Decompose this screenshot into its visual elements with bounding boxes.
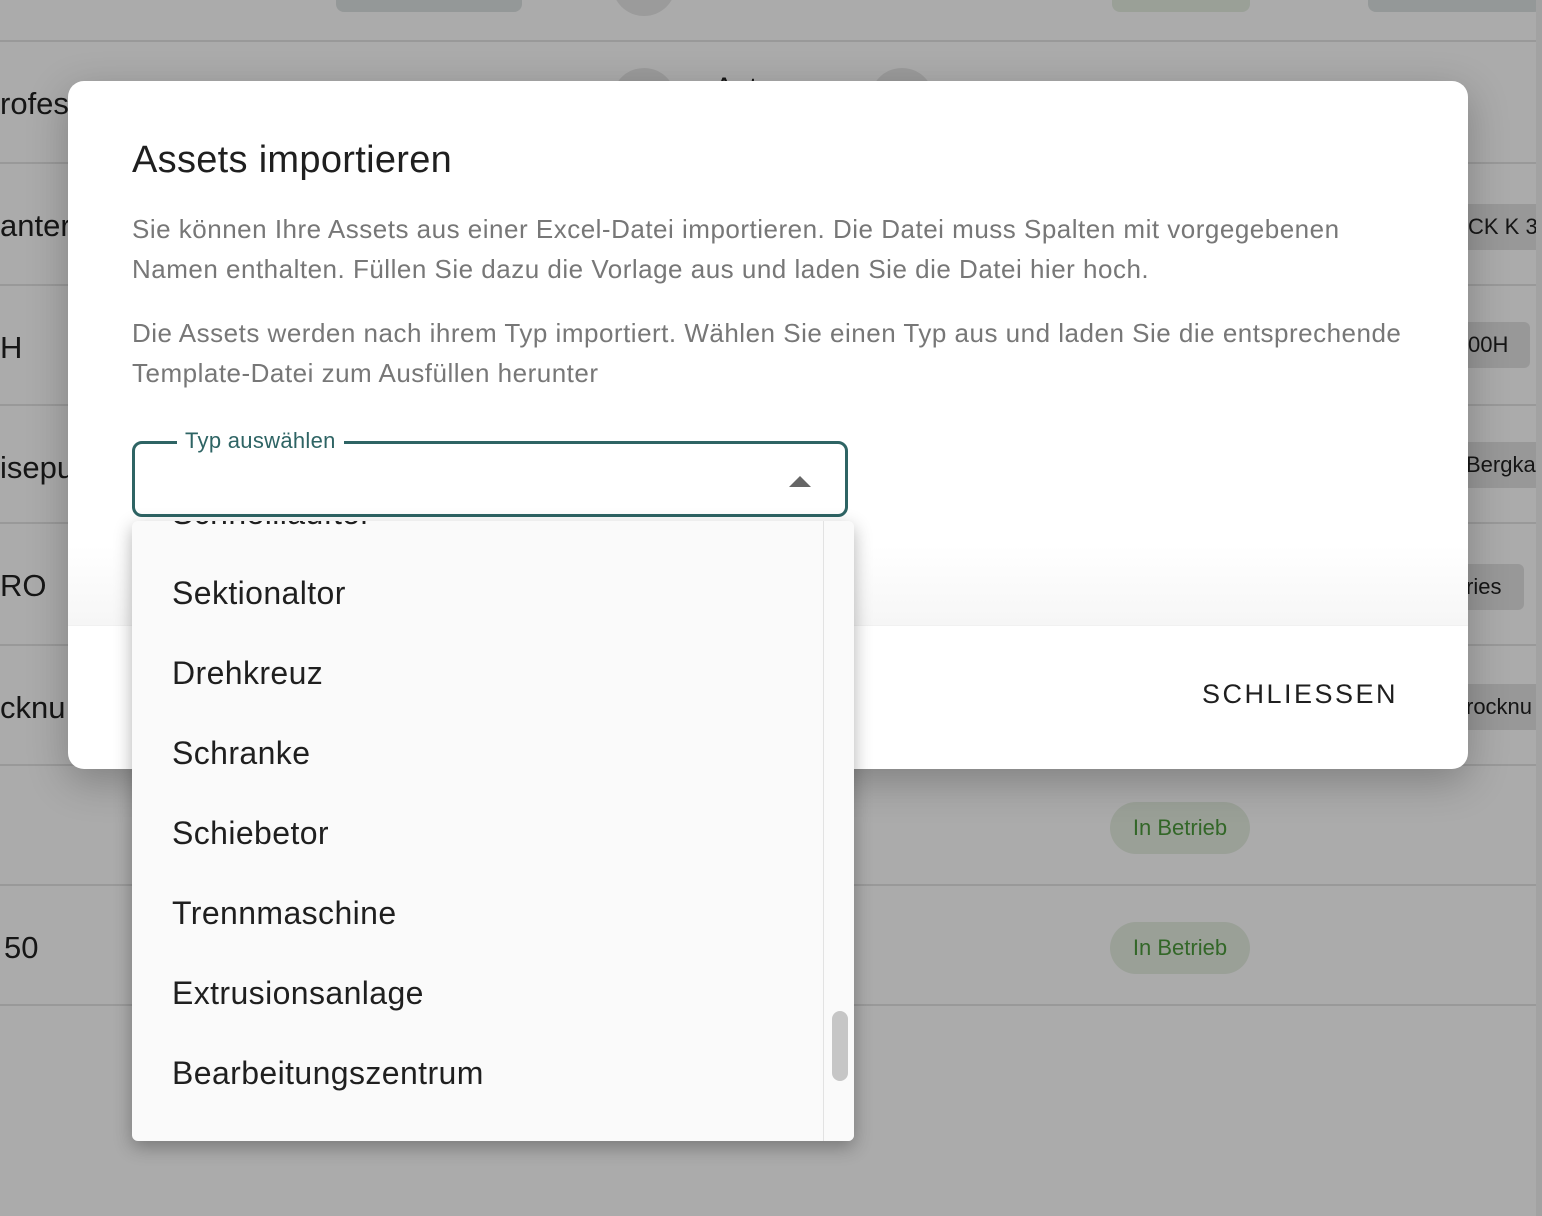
dialog-instructions: Die Assets werden nach ihrem Typ importi… [132, 318, 1402, 388]
type-dropdown-menu: Schnelllauftor Sektionaltor Drehkreuz Sc… [132, 521, 854, 1141]
type-option-drehkreuz[interactable]: Drehkreuz [132, 633, 824, 713]
type-option-bearbeitungszentrum[interactable]: Bearbeitungszentrum [132, 1033, 824, 1113]
type-option-extrusionsanlage[interactable]: Extrusionsanlage [132, 953, 824, 1033]
dialog-title: Assets importieren [132, 139, 453, 181]
type-option-trennmaschine[interactable]: Trennmaschine [132, 873, 824, 953]
type-option-schnelllauftor[interactable]: Schnelllauftor [132, 521, 824, 553]
type-select[interactable]: Typ auswählen [132, 428, 848, 517]
close-button[interactable]: SCHLIESSEN [1202, 679, 1398, 710]
type-select-label: Typ auswählen [177, 428, 344, 454]
caret-up-icon[interactable] [789, 476, 811, 487]
page-scrollbar[interactable] [1536, 0, 1542, 1216]
dropdown-scrollbar-thumb[interactable] [832, 1011, 848, 1081]
type-option-schiebetor[interactable]: Schiebetor [132, 793, 824, 873]
type-option-schranke[interactable]: Schranke [132, 713, 824, 793]
type-option-list: Schnelllauftor Sektionaltor Drehkreuz Sc… [132, 521, 824, 1113]
dialog-description: Sie können Ihre Assets aus einer Excel-D… [132, 214, 1340, 284]
type-option-sektionaltor[interactable]: Sektionaltor [132, 553, 824, 633]
